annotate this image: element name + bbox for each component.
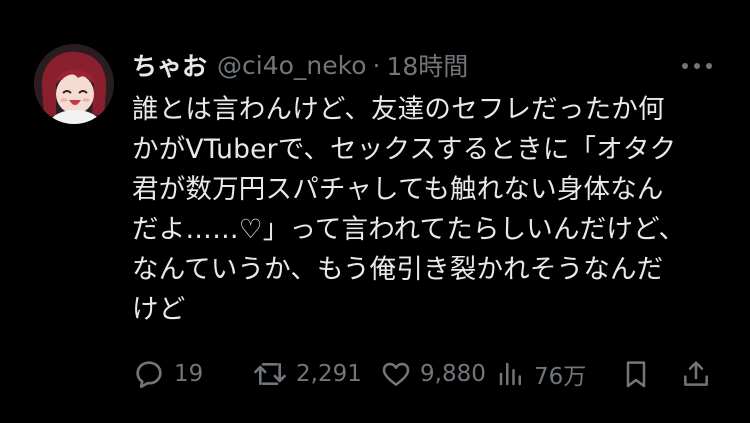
share-icon	[684, 361, 708, 386]
tweet-text-line: けど	[132, 294, 186, 325]
like-icon	[382, 362, 410, 386]
views-button[interactable]: 76万	[496, 354, 586, 394]
tweet-text-line: だよ……♡」って言われてたらしいんだけど、	[132, 214, 686, 245]
tweet-text-line: 君が数万円スパチャしても触れない身体なん	[132, 174, 664, 205]
avatar[interactable]	[34, 44, 114, 124]
like-button[interactable]: 9,880	[380, 354, 486, 394]
display-name[interactable]: ちゃお	[132, 47, 207, 83]
views-icon	[499, 362, 521, 386]
repost-button[interactable]: 2,291	[252, 354, 362, 394]
user-handle[interactable]: @ci4o_neko	[217, 51, 367, 80]
tweet-text-line: なんていうか、もう俺引き裂かれそうなんだ	[132, 254, 664, 285]
avatar-image	[34, 44, 114, 124]
action-bar: 19 2,291 9,880 76万	[130, 354, 720, 394]
tweet-text: 誰とは言わんけど、友達のセフレだったか何 かがVTuberで、セックスするときに…	[132, 90, 712, 330]
tweet-text-line: かがVTuberで、セックスするときに「オタク	[132, 134, 677, 165]
repost-count: 2,291	[296, 361, 362, 387]
tweet-header: ちゃお @ci4o_neko · 18時間	[132, 48, 468, 82]
separator-dot: ·	[372, 50, 381, 80]
bookmark-button[interactable]	[620, 354, 652, 394]
reply-count: 19	[174, 361, 204, 387]
reply-button[interactable]: 19	[132, 354, 203, 394]
bookmark-icon	[626, 361, 646, 388]
more-button[interactable]	[676, 56, 718, 76]
timestamp[interactable]: 18時間	[386, 47, 468, 83]
tweet[interactable]: ちゃお @ci4o_neko · 18時間 誰とは言わんけど、友達のセフレだった…	[0, 0, 750, 423]
like-count: 9,880	[420, 361, 486, 387]
views-count: 76万	[534, 364, 587, 390]
repost-icon	[254, 362, 286, 386]
share-button[interactable]	[680, 354, 712, 394]
tweet-text-line: 誰とは言わんけど、友達のセフレだったか何	[132, 94, 665, 125]
reply-icon	[136, 361, 162, 389]
more-icon	[682, 63, 712, 69]
